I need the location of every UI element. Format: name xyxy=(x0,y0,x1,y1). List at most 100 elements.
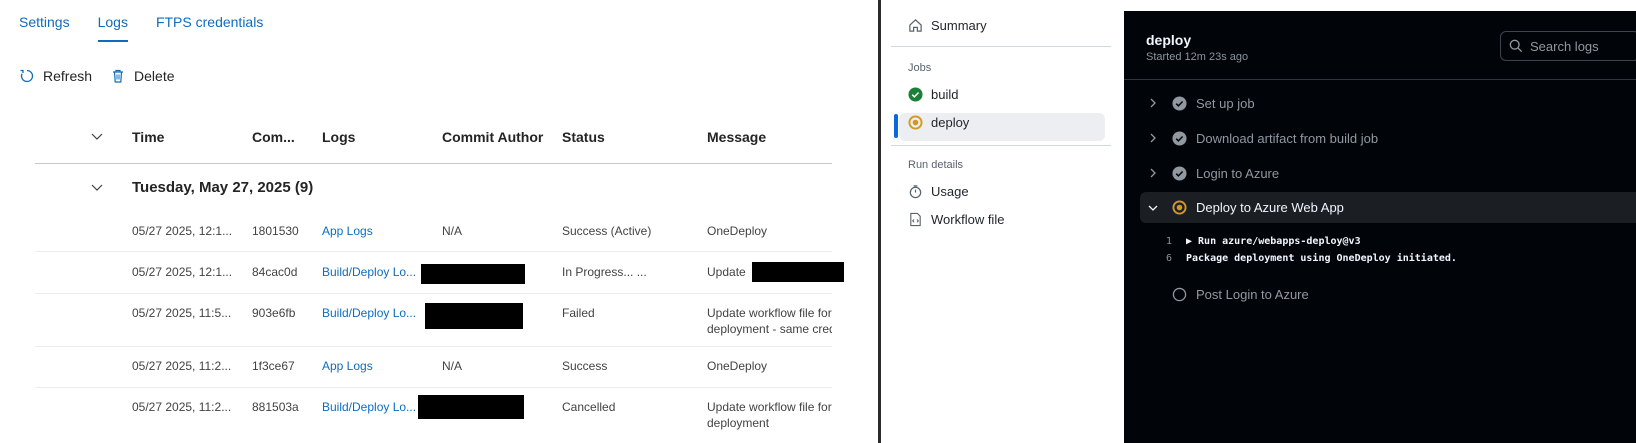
step-label: Set up job xyxy=(1196,95,1255,111)
app-logs-link[interactable]: App Logs xyxy=(322,359,373,373)
tab-settings[interactable]: Settings xyxy=(19,14,70,42)
deployment-logs-grid: Time Com... Logs Commit Author Status Me… xyxy=(35,120,844,440)
cell-time: 05/27 2025, 11:2... xyxy=(132,400,232,414)
tab-logs[interactable]: Logs xyxy=(97,14,129,42)
log-line-text: ▶ Run azure/webapps-deploy@v3 xyxy=(1186,236,1361,247)
cell-commit: 1f3ce67 xyxy=(252,359,295,373)
cell-commit: 903e6fb xyxy=(252,306,296,320)
sidebar-item-workflow-file[interactable]: Workflow file xyxy=(908,212,1004,227)
step-label: Deploy to Azure Web App xyxy=(1196,200,1344,215)
log-line-text: Package deployment using OneDeploy initi… xyxy=(1186,253,1457,264)
chevron-down-icon xyxy=(1140,203,1166,213)
group-label: Tuesday, May 27, 2025 (9) xyxy=(132,179,314,196)
job-title: deploy xyxy=(1146,32,1192,48)
table-row[interactable]: 05/27 2025, 11:2... 1f3ce67 App Logs N/A… xyxy=(35,347,832,388)
step-set-up-job[interactable]: Set up job xyxy=(1140,88,1636,118)
job-log-viewer: deploy Started 12m 23s ago Search logs S… xyxy=(1124,11,1636,443)
search-icon xyxy=(1509,39,1523,53)
cell-message: Update workflow file for xyxy=(707,306,832,320)
github-actions-panel: Summary Jobs build deploy Run details Us… xyxy=(881,0,1636,443)
cell-message: OneDeploy xyxy=(707,359,768,373)
cell-time: 05/27 2025, 12:1... xyxy=(132,224,233,238)
sidebar-divider xyxy=(891,46,1111,47)
step-login-to-azure[interactable]: Login to Azure xyxy=(1140,158,1636,188)
chevron-right-icon xyxy=(1140,168,1166,178)
redacted-message xyxy=(752,262,844,282)
in-progress-icon xyxy=(908,115,923,130)
selected-job-indicator xyxy=(894,114,898,138)
sidebar-item-label: deploy xyxy=(931,115,970,130)
table-row[interactable]: 05/27 2025, 11:5... 903e6fb Build/Deploy… xyxy=(35,294,832,347)
table-row[interactable]: 05/27 2025, 11:2... 881503a Build/Deploy… xyxy=(35,388,832,440)
cell-message-line2: deployment xyxy=(707,416,770,430)
table-row[interactable]: 05/27 2025, 12:1... 1801530 App Logs N/A… xyxy=(35,212,832,252)
cell-commit-author: N/A xyxy=(442,224,463,238)
cell-status: In Progress... ... xyxy=(562,265,647,279)
refresh-button[interactable]: Refresh xyxy=(19,68,92,84)
group-collapse-chevron-icon[interactable] xyxy=(90,180,104,198)
tab-ftps-credentials[interactable]: FTPS credentials xyxy=(156,14,263,42)
build-deploy-logs-link[interactable]: Build/Deploy Lo... xyxy=(322,400,416,414)
run-details-heading: Run details xyxy=(908,159,964,171)
workflow-file-icon xyxy=(910,212,921,227)
step-done-check-icon xyxy=(1166,130,1192,146)
chevron-right-icon xyxy=(1140,98,1166,108)
tab-bar: Settings Logs FTPS credentials xyxy=(19,14,291,42)
sidebar-divider xyxy=(891,145,1111,146)
deployment-center-panel: Settings Logs FTPS credentials Refresh D… xyxy=(0,0,878,443)
redacted-commit-author xyxy=(418,395,524,419)
jobs-heading: Jobs xyxy=(908,62,932,74)
step-post-login-to-azure[interactable]: Post Login to Azure xyxy=(1140,279,1636,309)
table-row[interactable]: 05/27 2025, 12:1... 84cac0d Build/Deploy… xyxy=(35,252,844,294)
refresh-label: Refresh xyxy=(43,68,93,84)
column-header-logs[interactable]: Logs xyxy=(322,129,355,145)
column-header-commit[interactable]: Com... xyxy=(252,129,295,145)
success-check-icon xyxy=(908,87,923,102)
group-header: Tuesday, May 27, 2025 (9) xyxy=(35,164,832,212)
cell-status: Success (Active) xyxy=(562,224,652,238)
step-in-progress-icon xyxy=(1166,200,1192,215)
sidebar-item-build[interactable]: build xyxy=(908,87,958,102)
log-line[interactable]: 6 Package deployment using OneDeploy init… xyxy=(1148,253,1457,264)
delete-icon xyxy=(113,69,124,83)
sidebar-item-label: Summary xyxy=(931,18,987,33)
log-line-number: 1 xyxy=(1165,236,1172,247)
sidebar-item-deploy[interactable]: deploy xyxy=(908,115,969,130)
log-line-number: 6 xyxy=(1165,253,1172,264)
step-pending-icon xyxy=(1166,287,1192,302)
log-line[interactable]: 1 ▶ Run azure/webapps-deploy@v3 xyxy=(1148,236,1361,247)
cell-message: OneDeploy xyxy=(707,224,768,238)
redacted-commit-author xyxy=(421,264,525,284)
sidebar-item-summary[interactable]: Summary xyxy=(908,18,987,33)
run-sidebar: Summary Jobs build deploy Run details Us… xyxy=(881,0,1125,443)
home-icon xyxy=(909,19,922,32)
step-download-artifact[interactable]: Download artifact from build job xyxy=(1140,123,1636,153)
delete-button[interactable]: Delete xyxy=(110,68,175,84)
search-logs-input[interactable]: Search logs xyxy=(1500,31,1636,61)
cell-status: Failed xyxy=(562,306,595,320)
build-deploy-logs-link[interactable]: Build/Deploy Lo... xyxy=(322,265,416,279)
column-header-status[interactable]: Status xyxy=(562,129,605,145)
step-done-check-icon xyxy=(1166,95,1192,111)
sidebar-item-usage[interactable]: Usage xyxy=(908,184,969,199)
column-header-time[interactable]: Time xyxy=(132,129,164,145)
collapse-all-chevron-icon[interactable] xyxy=(90,129,104,146)
refresh-icon xyxy=(20,69,34,83)
chevron-right-icon xyxy=(1140,133,1166,143)
log-header-divider xyxy=(1124,79,1636,80)
step-label: Post Login to Azure xyxy=(1196,286,1309,302)
stopwatch-icon xyxy=(909,185,922,199)
job-started-time: Started 12m 23s ago xyxy=(1146,51,1249,63)
column-header-message[interactable]: Message xyxy=(707,129,832,145)
toolbar: Refresh Delete xyxy=(19,68,193,84)
column-header-commit-author[interactable]: Commit Author xyxy=(442,129,543,145)
cell-time: 05/27 2025, 12:1... xyxy=(132,265,233,279)
sidebar-item-label: Usage xyxy=(931,184,969,199)
step-deploy-to-azure-web-app[interactable]: Deploy to Azure Web App xyxy=(1140,192,1636,223)
app-logs-link[interactable]: App Logs xyxy=(322,224,373,238)
step-label: Login to Azure xyxy=(1196,165,1280,181)
build-deploy-logs-link[interactable]: Build/Deploy Lo... xyxy=(322,306,416,320)
sidebar-item-label: Workflow file xyxy=(931,212,1005,227)
cell-status: Success xyxy=(562,359,608,373)
redacted-commit-author xyxy=(425,303,523,329)
